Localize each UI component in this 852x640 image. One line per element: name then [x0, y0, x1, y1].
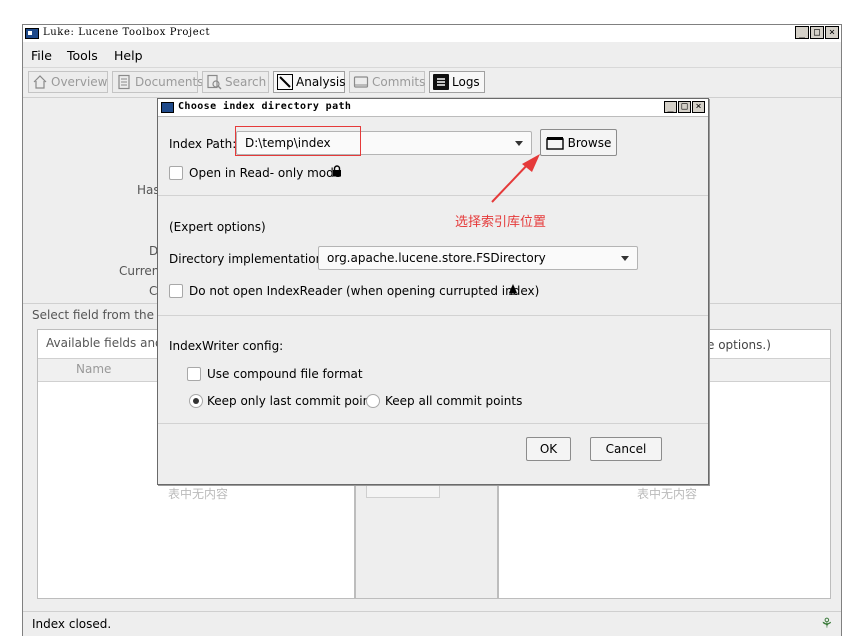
window-title: Luke: Lucene Toolbox Project [43, 27, 211, 38]
dialog-maximize-button[interactable]: □ [678, 101, 691, 113]
separator [158, 195, 708, 196]
dialog-close-button[interactable]: × [692, 101, 705, 113]
directory-impl-label: Directory implementation: [169, 252, 328, 266]
annotation-arrow-icon [491, 154, 540, 203]
available-fields-label: Available fields and t [46, 336, 172, 350]
keep-all-label: Keep all commit points [385, 394, 523, 408]
status-bar: Index closed. ⚘ [23, 611, 841, 636]
maximize-button[interactable]: □ [810, 26, 824, 39]
compound-checkbox[interactable] [187, 367, 201, 381]
tab-overview-label: Overview [51, 75, 108, 89]
title-bar[interactable]: Luke: Lucene Toolbox Project _ □ × [23, 25, 841, 42]
choose-index-dialog: Choose index directory path _ □ × Index … [157, 98, 709, 485]
writer-config-label: IndexWriter config: [169, 339, 284, 353]
warning-icon [508, 283, 518, 295]
dialog-minimize-button[interactable]: _ [664, 101, 677, 113]
dialog-title-bar[interactable]: Choose index directory path _ □ × [158, 99, 708, 117]
tab-logs[interactable]: Logs [429, 71, 485, 93]
folder-icon [545, 136, 564, 150]
browse-button[interactable]: Browse [540, 129, 617, 156]
menu-tools[interactable]: Tools [67, 48, 98, 63]
cancel-button[interactable]: Cancel [590, 437, 662, 461]
select-field-text: Select field from the lis [32, 308, 171, 322]
read-only-checkbox[interactable] [169, 166, 183, 180]
tab-analysis[interactable]: Analysis [273, 71, 345, 93]
name-column-header[interactable]: Name [76, 362, 111, 376]
index-path-highlight [235, 126, 361, 156]
tab-search[interactable]: Search [202, 71, 269, 93]
ok-label: OK [539, 442, 558, 456]
annotation-text: 选择索引库位置 [455, 215, 547, 230]
tab-logs-label: Logs [452, 75, 480, 89]
dialog-title: Choose index directory path [178, 101, 352, 112]
no-reader-checkbox[interactable] [169, 284, 183, 298]
chevron-down-icon [621, 256, 629, 261]
search-icon [206, 74, 222, 90]
wand-icon [277, 74, 293, 90]
empty-table-right: 表中无内容 [637, 487, 698, 501]
tab-overview[interactable]: Overview [28, 71, 108, 93]
keep-last-radio[interactable] [189, 394, 203, 408]
document-icon [116, 74, 132, 90]
dialog-app-icon [161, 102, 174, 113]
tab-commits[interactable]: Commits [349, 71, 425, 93]
cancel-label: Cancel [605, 442, 647, 456]
ok-button[interactable]: OK [526, 437, 571, 461]
compound-label: Use compound file format [207, 367, 363, 381]
keep-last-label: Keep only last commit point [207, 394, 375, 408]
minimize-button[interactable]: _ [795, 26, 809, 39]
separator [158, 423, 708, 424]
luke-status-icon[interactable]: ⚘ [820, 616, 833, 632]
browse-label: Browse [567, 135, 612, 150]
keep-all-radio[interactable] [366, 394, 380, 408]
read-only-label: Open in Read- only mode [189, 166, 342, 180]
lock-icon [332, 165, 342, 177]
tab-analysis-label: Analysis [296, 75, 346, 89]
label-current: Curren [119, 264, 160, 278]
status-text: Index closed. [32, 617, 112, 631]
no-reader-label: Do not open IndexReader (when opening cu… [189, 284, 540, 298]
menu-bar: File Tools Help [23, 43, 841, 68]
chevron-down-icon [515, 141, 523, 146]
tab-commits-label: Commits [372, 75, 426, 89]
close-button[interactable]: × [825, 26, 839, 39]
directory-impl-combo[interactable]: org.apache.lucene.store.FSDirectory [318, 246, 638, 270]
menu-help[interactable]: Help [114, 48, 143, 63]
commits-icon [353, 74, 369, 90]
expert-options-label: (Expert options) [169, 220, 266, 234]
empty-table-left: 表中无内容 [168, 487, 229, 501]
menu-file[interactable]: File [31, 48, 52, 63]
separator [158, 315, 708, 316]
home-icon [32, 74, 48, 90]
app-icon [25, 28, 39, 39]
index-path-label: Index Path: [169, 137, 237, 151]
logs-icon [433, 74, 449, 90]
tab-documents[interactable]: Documents [112, 71, 203, 93]
tab-search-label: Search [225, 75, 267, 89]
directory-impl-value: org.apache.lucene.store.FSDirectory [327, 251, 546, 265]
tab-documents-label: Documents [135, 75, 204, 89]
tab-bar: Overview Documents Search Analysis Commi… [23, 71, 841, 95]
